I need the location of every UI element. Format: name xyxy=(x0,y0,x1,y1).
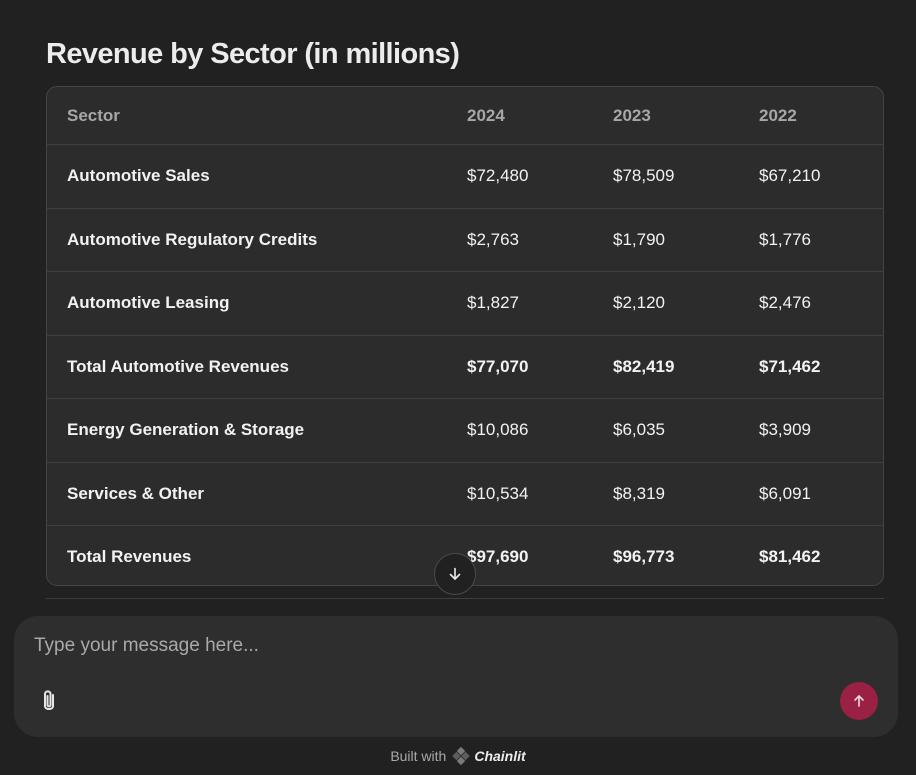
header-sector: Sector xyxy=(47,87,447,145)
row-label: Total Automotive Revenues xyxy=(47,335,447,399)
row-label: Energy Generation & Storage xyxy=(47,398,447,463)
revenue-table-card: Sector 2024 2023 2022 Automotive Sales $… xyxy=(46,86,884,586)
row-value-2024: $72,480 xyxy=(447,144,593,209)
row-value-2023: $1,790 xyxy=(593,208,739,272)
attach-file-button[interactable] xyxy=(36,686,62,716)
row-value-2022: $81,462 xyxy=(759,547,821,567)
header-2024: 2024 xyxy=(447,87,593,145)
row-value-2024: $10,534 xyxy=(447,462,593,526)
built-with-label: Built with xyxy=(390,748,447,764)
row-value-2023: $96,773 xyxy=(613,547,675,567)
row-value-2024: $10,086 xyxy=(447,398,593,463)
chainlit-logo-icon xyxy=(452,747,471,765)
row-value-2023: $2,120 xyxy=(593,271,739,336)
chat-page: Revenue by Sector (in millions) Sector 2… xyxy=(0,0,916,775)
table-row: Services & Other $10,534 $8,319 $6,091 xyxy=(47,462,883,526)
row-value-2022: $3,909 xyxy=(739,398,883,463)
paperclip-icon xyxy=(44,690,54,710)
table-row: Automotive Sales $72,480 $78,509 $67,210 xyxy=(47,144,883,209)
row-value-2024: $2,763 xyxy=(447,208,593,272)
arrow-down-icon xyxy=(449,567,461,580)
revenue-table: Sector 2024 2023 2022 Automotive Sales $… xyxy=(47,87,883,585)
row-label: Services & Other xyxy=(47,462,447,526)
footer: Built with Chainlit xyxy=(0,746,916,766)
row-value-2023: $8,319 xyxy=(593,462,739,526)
send-button[interactable] xyxy=(840,682,878,720)
message-input[interactable] xyxy=(34,632,854,660)
header-2022: 2022 xyxy=(739,87,883,145)
arrow-up-icon xyxy=(854,695,864,707)
table-row: Energy Generation & Storage $10,086 $6,0… xyxy=(47,398,883,463)
row-value-2022: $6,091 xyxy=(739,462,883,526)
row-label: Automotive Sales xyxy=(47,144,447,209)
row-label: Automotive Leasing xyxy=(47,271,447,336)
row-label: Automotive Regulatory Credits xyxy=(47,208,447,272)
row-value-2023: $82,419 xyxy=(593,335,739,399)
row-value-2024: $77,070 xyxy=(447,335,593,399)
row-value-2022: $1,776 xyxy=(739,208,883,272)
page-title: Revenue by Sector (in millions) xyxy=(46,38,460,70)
chainlit-link[interactable]: Chainlit xyxy=(452,747,526,765)
row-value-2024: $1,827 xyxy=(447,271,593,336)
row-value-2022: $71,462 xyxy=(739,335,883,399)
table-row: Automotive Leasing $1,827 $2,120 $2,476 xyxy=(47,271,883,336)
row-value-2022: $67,210 xyxy=(739,144,883,209)
row-value-2023: $78,509 xyxy=(593,144,739,209)
row-label: Total Revenues xyxy=(67,547,192,567)
row-value-2022: $2,476 xyxy=(739,271,883,336)
chainlit-brand-label: Chainlit xyxy=(474,748,526,764)
table-row-total: Total Automotive Revenues $77,070 $82,41… xyxy=(47,335,883,399)
message-divider xyxy=(46,598,884,599)
header-2023: 2023 xyxy=(593,87,739,145)
row-value-2023: $6,035 xyxy=(593,398,739,463)
table-row: Automotive Regulatory Credits $2,763 $1,… xyxy=(47,208,883,272)
table-header-row: Sector 2024 2023 2022 xyxy=(47,87,883,145)
scroll-to-bottom-button[interactable] xyxy=(434,553,476,595)
message-composer xyxy=(14,616,898,737)
